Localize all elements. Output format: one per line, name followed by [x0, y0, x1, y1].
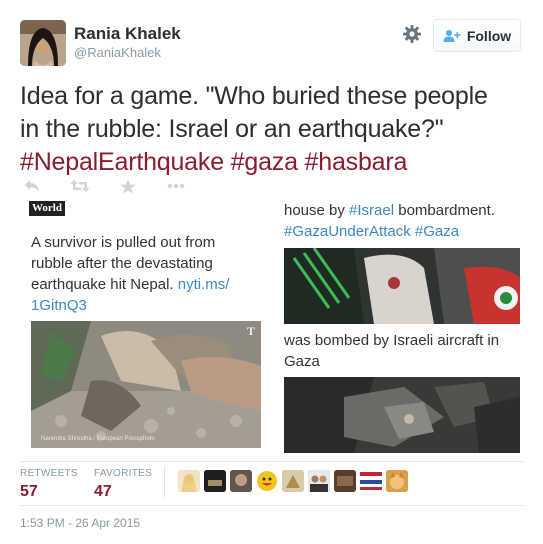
caption-link: nyti.ms/ [177, 276, 230, 293]
follow-button-label: Follow [466, 27, 512, 44]
nyt-logo: T [247, 324, 255, 338]
favoriter-avatar[interactable] [282, 470, 304, 492]
caption-line: rubble after the devastating [31, 255, 213, 272]
caption-text: earthquake hit Nepal. [31, 276, 178, 293]
more-icon[interactable] [164, 177, 188, 195]
hashtag-link[interactable]: #gaza [231, 148, 298, 176]
favoriter-avatar[interactable] [360, 470, 382, 492]
favoriter-avatar[interactable] [178, 470, 200, 492]
favorite-icon[interactable] [116, 177, 140, 195]
caption-link: #Israel [349, 202, 395, 219]
tweet-hashtags: #NepalEarthquake #gaza #hasbara [20, 146, 525, 179]
divider [20, 505, 523, 506]
caption-line: Gaza [284, 353, 320, 370]
retweets-label: RETWEETS [20, 468, 78, 479]
caption-line: house by #Israel bombardment. [284, 200, 520, 221]
caption-text: house by [284, 202, 350, 219]
tweet-timestamp[interactable]: 1:53 PM - 26 Apr 2015 [20, 516, 140, 530]
divider [20, 461, 523, 462]
author-avatar[interactable] [20, 20, 66, 66]
caption-text: bombardment. [394, 202, 495, 219]
world-badge: World [29, 201, 65, 216]
image-right-text-bottom: was bombed by Israeli aircraft in Gaza [284, 330, 520, 372]
hashtag-link[interactable]: #hasbara [305, 148, 408, 176]
caption-link: #GazaUnderAttack [284, 223, 411, 240]
tweet-text: Idea for a game. "Who buried these peopl… [20, 80, 525, 179]
favoriter-avatar[interactable] [334, 470, 356, 492]
favorites-stat[interactable]: FAVORITES 47 [94, 468, 152, 501]
author-handle[interactable]: @RaniaKhalek [74, 45, 161, 60]
follow-button[interactable]: Follow [433, 19, 521, 52]
favoriter-avatar[interactable] [230, 470, 252, 492]
caption-link: 1GitnQ3 [31, 297, 87, 314]
tweet-text-line: Idea for a game. "Who buried these peopl… [20, 82, 488, 110]
favoriter-avatar[interactable] [204, 470, 226, 492]
caption-line: was bombed by Israeli aircraft in [284, 332, 500, 349]
retweet-icon[interactable] [68, 177, 92, 195]
reply-icon[interactable] [20, 177, 44, 195]
caption-link: #Gaza [414, 223, 460, 240]
caption-line: A survivor is pulled out from [31, 234, 216, 251]
add-user-icon [443, 29, 461, 43]
caption-line: earthquake hit Nepal. nyti.ms/ [31, 274, 261, 295]
photo-credit: Narendra Shrestha / European Pressphoto [41, 436, 155, 442]
gaza-photo-2 [284, 377, 520, 453]
image-left-caption: A survivor is pulled out from rubble aft… [31, 232, 261, 316]
rubble-photo: Narendra Shrestha / European Pressphoto … [31, 321, 261, 448]
author-name[interactable]: Rania Khalek [74, 24, 181, 44]
image-right-text-top: house by #Israel bombardment. #GazaUnder… [284, 200, 520, 242]
gear-icon[interactable] [402, 24, 422, 44]
favorites-label: FAVORITES [94, 468, 153, 479]
favoriter-avatar[interactable] [386, 470, 408, 492]
retweets-stat[interactable]: RETWEETS 57 [20, 468, 78, 501]
favorites-count: 47 [94, 483, 112, 500]
favoriter-avatar[interactable] [308, 470, 330, 492]
tweet-text-line: in the rubble: Israel or an earthquake?" [20, 115, 444, 143]
favoriter-avatar[interactable] [256, 470, 278, 492]
gaza-photo-1 [284, 248, 520, 324]
caption-line: #GazaUnderAttack #Gaza [284, 221, 520, 242]
hashtag-link[interactable]: #NepalEarthquake [20, 148, 224, 176]
stats-divider [164, 466, 165, 498]
retweets-count: 57 [20, 483, 38, 500]
tweet-actions [20, 176, 188, 196]
